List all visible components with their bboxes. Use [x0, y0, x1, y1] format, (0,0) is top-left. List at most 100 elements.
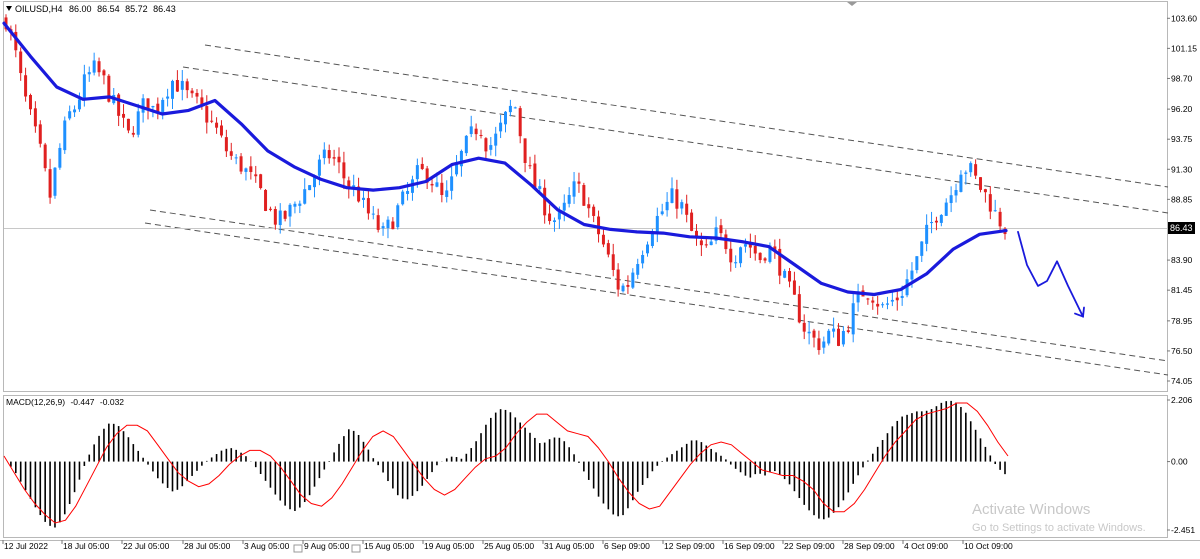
time-tick-label: 12 Jul 2022 [4, 541, 48, 551]
candle-body [577, 181, 581, 184]
macd-tick-label: 0.00 [1171, 457, 1188, 467]
candle-body [533, 163, 537, 188]
candle-body [964, 172, 968, 174]
time-scroll-marker[interactable] [293, 544, 303, 553]
candle-body [802, 322, 806, 332]
candle-body [322, 149, 326, 159]
time-tick-label: 22 Sep 09:00 [784, 541, 835, 551]
candle-body [538, 186, 542, 189]
candle-body [543, 187, 547, 216]
candle-body [68, 111, 72, 119]
price-tick-label: 83.90 [1171, 255, 1193, 265]
candle-body [264, 189, 268, 211]
price-tick-label: 74.05 [1171, 376, 1193, 386]
time-tick-label: 15 Aug 05:00 [364, 541, 414, 551]
candle-body [190, 90, 194, 94]
macd-tick-label: -2.451 [1171, 525, 1195, 535]
candle-body [126, 118, 130, 131]
candle-body [719, 225, 723, 234]
candle-body [998, 211, 1002, 227]
price-tick-label: 88.85 [1171, 194, 1193, 204]
candle-body [704, 244, 708, 246]
candle-body [508, 105, 512, 113]
candle-body [665, 201, 669, 211]
time-tick-label: 25 Aug 05:00 [484, 541, 534, 551]
candle-body [915, 256, 919, 271]
macd-header: MACD(12,26,9) -0.447 -0.032 [6, 397, 124, 407]
candle-body [185, 81, 189, 91]
price-tick-label: 91.30 [1171, 164, 1193, 174]
candle-body [205, 106, 209, 123]
macd-tick-label: 2.206 [1171, 395, 1193, 405]
candle-body [528, 165, 532, 167]
candle-body [195, 92, 199, 97]
time-scroll-marker-2[interactable] [351, 544, 361, 553]
candle-body [268, 208, 272, 210]
candle-body [636, 264, 640, 275]
header-open: 86.00 [69, 4, 92, 14]
candle-body [215, 122, 219, 128]
candle-body [415, 165, 419, 180]
candle-body [690, 212, 694, 231]
candle-body [464, 135, 468, 154]
candle-body [180, 80, 184, 90]
candle-body [171, 80, 174, 99]
candle-body [611, 254, 615, 270]
candle-body [832, 328, 836, 332]
candle-body [303, 189, 307, 204]
time-tick-label: 18 Jul 05:00 [63, 541, 110, 551]
candle-body [734, 262, 738, 264]
candle-body [450, 176, 454, 191]
chart-canvas: 103.60 101.15 98.70 96.20 93.75 91.30 88.85 83.… [0, 1, 1200, 553]
candle-body [709, 241, 713, 246]
price-tick-label: 98.70 [1171, 73, 1193, 83]
candle-body [210, 120, 214, 122]
candle-body [430, 183, 434, 186]
candle-body [445, 190, 449, 197]
macd-label: MACD(12,26,9) [6, 397, 65, 407]
candle-body [841, 330, 845, 345]
candle-body [548, 213, 552, 222]
candle-body [219, 125, 223, 136]
candle-body [73, 109, 77, 113]
time-tick-label: 3 Aug 05:00 [244, 541, 290, 551]
time-tick-label: 22 Jul 05:00 [123, 541, 170, 551]
candle-body [141, 98, 145, 113]
candle-body [386, 219, 390, 229]
candle-body [601, 234, 605, 245]
candle-body [494, 133, 498, 146]
candle-body [724, 234, 728, 250]
candle-body [900, 295, 904, 299]
candle-body [293, 203, 297, 207]
candle-body [846, 330, 850, 332]
candle-body [489, 145, 493, 150]
candle-body [993, 210, 997, 212]
candle-body [895, 297, 899, 301]
candle-body [337, 156, 341, 163]
candle-body [680, 202, 684, 209]
candle-body [763, 258, 767, 261]
time-tick-label: 31 Aug 05:00 [544, 541, 594, 551]
candle-body [729, 248, 733, 263]
candle-body [974, 164, 978, 176]
candle-body [43, 144, 47, 169]
candle-body [582, 185, 586, 206]
candle-body [376, 215, 380, 230]
candle-body [420, 163, 424, 169]
candle-body [920, 241, 924, 256]
candle-body [229, 151, 233, 156]
candle-body [562, 202, 566, 211]
candle-body [63, 120, 67, 151]
candle-body [587, 204, 591, 209]
candle-body [954, 190, 958, 196]
candle-body [224, 137, 228, 152]
candle-body [259, 174, 263, 189]
candle-body [518, 108, 522, 137]
macd-main-value: -0.447 [70, 397, 94, 407]
header-high: 86.54 [97, 4, 120, 14]
candle-body [371, 213, 375, 215]
time-tick-label: 4 Oct 09:00 [904, 541, 948, 551]
candle-body [621, 285, 625, 292]
time-tick-label: 9 Aug 05:00 [304, 541, 350, 551]
price-tick-label: 76.50 [1171, 346, 1193, 356]
